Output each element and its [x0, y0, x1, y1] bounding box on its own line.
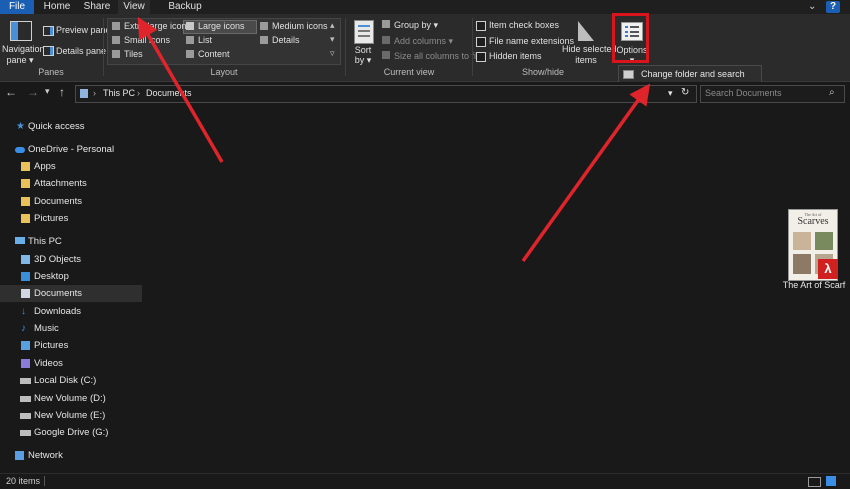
arrow-to-options-menu — [521, 83, 651, 263]
annotation-arrows — [137, 16, 651, 263]
arrow-to-view-tab — [137, 16, 224, 163]
